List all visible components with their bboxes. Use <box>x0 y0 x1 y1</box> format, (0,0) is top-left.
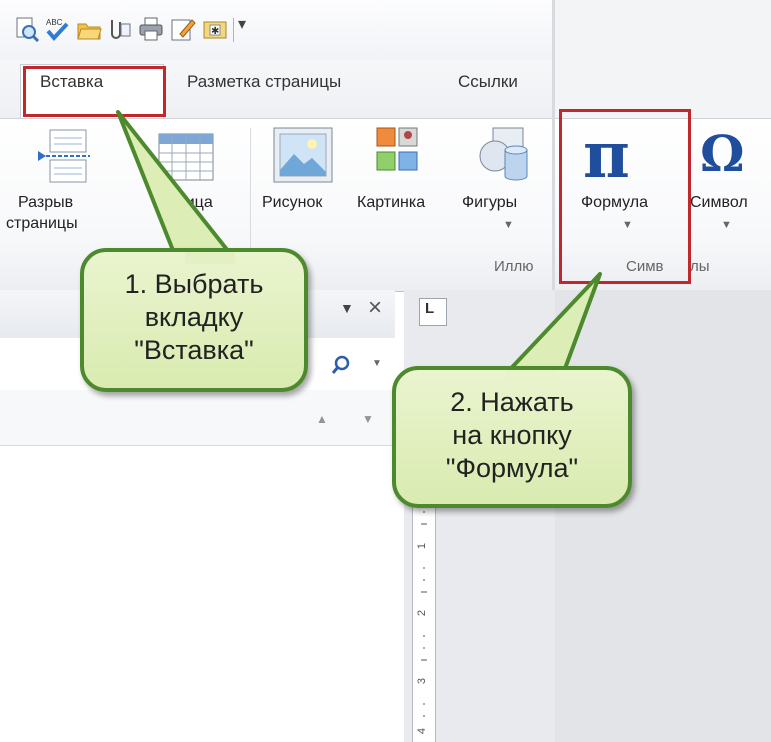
navigation-pane-body <box>0 446 400 742</box>
ruler-mark-4: 4 <box>416 727 429 735</box>
insert-object-icon[interactable]: ✱ <box>202 16 228 42</box>
callout-step-2-line3: "Формула" <box>445 453 579 483</box>
callout-step-2-line2: на кнопку <box>452 420 572 450</box>
table-dropdown-icon[interactable]: ▼ <box>183 219 194 231</box>
print-preview-icon[interactable] <box>14 16 40 42</box>
spelling-check-icon[interactable]: ABC <box>44 16 70 42</box>
search-options-icon[interactable]: ▼ <box>372 358 382 369</box>
open-folder-icon[interactable] <box>76 16 102 42</box>
document-area-background <box>555 290 771 742</box>
navigation-arrows-bar <box>0 390 395 446</box>
clip-art-button[interactable]: Картинка <box>357 194 425 212</box>
page-break-button[interactable]: Разрыв <box>18 194 73 212</box>
callout-step-1-line1: 1. Выбрать <box>124 269 264 299</box>
group-label-illustrations: Иллю <box>494 258 534 275</box>
omega-icon: Ω <box>700 124 745 183</box>
ruler-mark-1: 1 <box>416 542 429 550</box>
insert-tab-highlight <box>23 66 166 117</box>
callout-step-2-seam <box>506 370 556 382</box>
previous-heading-icon[interactable]: ▲ <box>316 412 328 426</box>
equation-button-highlight <box>559 109 691 284</box>
callout-step-2: 2. Нажать на кнопку "Формула" <box>392 366 632 508</box>
edit-document-icon[interactable] <box>170 16 196 42</box>
ruler-mark-3: 3 <box>416 677 429 685</box>
svg-text:ABC: ABC <box>46 18 63 27</box>
attach-icon[interactable] <box>106 16 132 42</box>
pane-options-icon[interactable]: ▼ <box>340 300 354 316</box>
picture-icon <box>273 127 333 183</box>
callout-step-2-line1: 2. Нажать <box>450 387 574 417</box>
tab-stop-icon: L <box>425 300 435 317</box>
shapes-icon <box>479 127 528 181</box>
toolbar-divider <box>233 18 234 42</box>
picture-button[interactable]: Рисунок <box>262 194 322 212</box>
callout-step-1-line3: "Вставка" <box>134 335 254 365</box>
table-button[interactable]: Таблица <box>150 194 213 212</box>
customize-toolbar-icon[interactable]: ▾ <box>238 14 246 34</box>
page-break-icon <box>38 129 90 183</box>
title-area-right <box>555 0 771 118</box>
search-icon[interactable] <box>330 354 352 376</box>
page-break-button-line2[interactable]: страницы <box>6 215 78 233</box>
shapes-button[interactable]: Фигуры <box>462 194 517 212</box>
callout-step-1-line2: вкладку <box>144 302 244 332</box>
svg-text:✱: ✱ <box>211 26 219 37</box>
clip-art-icon <box>376 127 418 171</box>
callout-step-1: 1. Выбрать вкладку "Вставка" <box>80 248 308 392</box>
table-icon <box>158 133 214 181</box>
ruler-mark-2: 2 <box>416 609 429 617</box>
close-icon[interactable]: × <box>368 294 382 322</box>
printer-icon[interactable] <box>138 16 164 42</box>
shapes-dropdown-icon[interactable]: ▼ <box>503 219 514 231</box>
tab-references[interactable]: Ссылки <box>458 72 518 92</box>
group-label-symbols-tail: лы <box>690 258 710 275</box>
symbol-button[interactable]: Символ <box>690 194 748 212</box>
next-heading-icon[interactable]: ▼ <box>362 412 374 426</box>
symbol-dropdown-icon[interactable]: ▼ <box>721 219 732 231</box>
callout-step-1-seam <box>185 252 235 264</box>
tab-page-layout[interactable]: Разметка страницы <box>187 72 341 92</box>
